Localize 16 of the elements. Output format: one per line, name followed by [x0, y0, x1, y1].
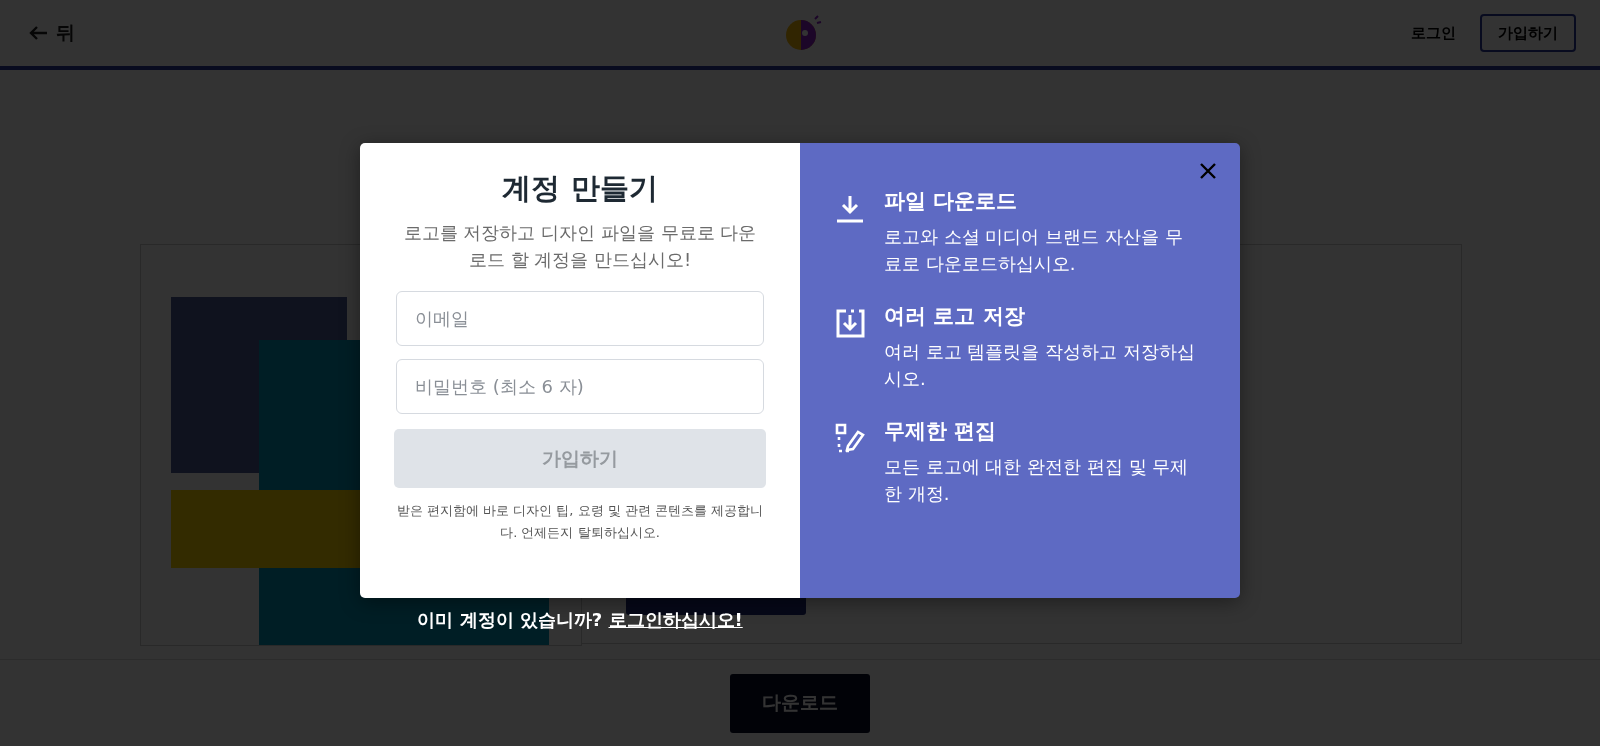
feature-description: 로고와 소셜 미디어 브랜드 자산을 무료로 다운로드하십시오. — [884, 225, 1184, 276]
feature-title: 파일 다운로드 — [884, 188, 1019, 215]
login-link[interactable]: 로그인하십시오! — [608, 609, 743, 630]
dialog-title: 계정 만들기 — [502, 170, 658, 207]
dialog-subtitle: 로고를 저장하고 디자인 파일을 무료로 다운로드 할 계정을 만드십시오! — [402, 221, 758, 272]
newsletter-note: 받은 편지함에 바로 디자인 팁, 요령 및 관련 콘텐츠를 제공합니다. 언제든지 탈퇴하십시오. — [396, 502, 764, 542]
input-field[interactable]: 비밀번호 (최소 6 자) — [396, 359, 764, 414]
close-icon — [1199, 162, 1217, 180]
input-field[interactable]: 이메일 — [396, 291, 764, 346]
save-icon — [834, 307, 866, 339]
feature-title: 여러 로고 저장 — [884, 303, 1026, 330]
edit-icon — [834, 422, 866, 454]
feature-description: 모든 로고에 대한 완전한 편집 및 무제한 개정. — [884, 455, 1190, 506]
login-prompt: 이미 계정이 있습니까? 로그인하십시오! — [416, 608, 744, 632]
feature-title: 무제한 편집 — [884, 418, 998, 445]
feature-description: 여러 로고 템플릿을 작성하고 저장하십시오. — [884, 340, 1196, 391]
